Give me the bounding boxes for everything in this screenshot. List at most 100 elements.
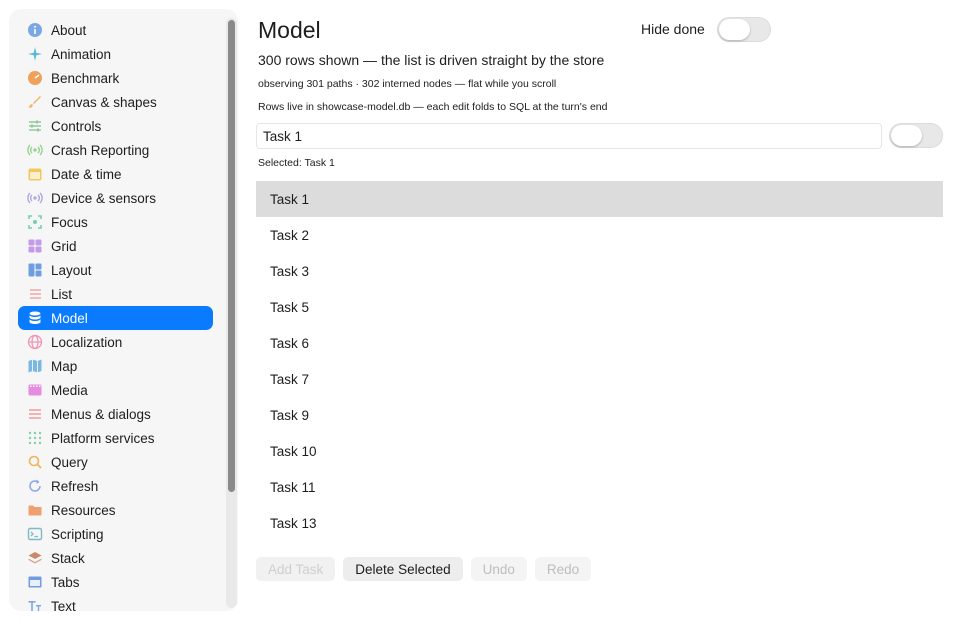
focus-icon [27,214,43,230]
sidebar-item-label: Grid [51,238,77,254]
sidebar-item-stack[interactable]: Stack [18,546,213,570]
page-title: Model [258,17,321,43]
sidebar-item-label: Menus & dialogs [51,406,151,422]
sidebar-item-label: Animation [51,46,112,62]
refresh-icon [27,478,43,494]
sidebar-item-label: Localization [51,334,123,350]
sidebar-item-label: About [51,22,87,38]
sidebar-item-label: Map [51,358,78,374]
task-title-input[interactable] [256,123,882,149]
sidebar-item-label: Date & time [51,166,122,182]
sidebar-item-menus-dialogs[interactable]: Menus & dialogs [18,402,213,426]
sidebar-item-list[interactable]: List [18,282,213,306]
sidebar-item-label: Layout [51,262,92,278]
sidebar-item-focus[interactable]: Focus [18,210,213,234]
task-row[interactable]: Task 3 [256,253,943,289]
calendar-icon [27,166,43,182]
sidebar-item-label: Focus [51,214,88,230]
sidebar-scrollbar-thumb[interactable] [228,20,235,492]
sidebar-item-label: Tabs [51,574,80,590]
sidebar-item-canvas-shapes[interactable]: Canvas & shapes [18,90,213,114]
task-row[interactable]: Task 6 [256,325,943,361]
task-row[interactable]: Task 10 [256,433,943,469]
task-row[interactable]: Task 2 [256,217,943,253]
sidebar-item-media[interactable]: Media [18,378,213,402]
storage-note: Rows live in showcase-model.db — each ed… [258,101,608,113]
hide-done-label: Hide done [641,21,705,37]
list-icon [27,286,43,302]
sidebar-item-date-time[interactable]: Date & time [18,162,213,186]
sidebar-item-scripting[interactable]: Scripting [18,522,213,546]
sidebar-item-crash-reporting[interactable]: Crash Reporting [18,138,213,162]
signal-icon [27,142,43,158]
sidebar-item-label: Device & sensors [51,190,157,206]
sidebar-item-label: Crash Reporting [51,142,150,158]
sidebar-scrollbar[interactable] [226,18,237,608]
task-row[interactable]: Task 1 [256,181,943,217]
sidebar-item-text[interactable]: Text [18,594,213,611]
sparkles-icon [27,46,43,62]
grid-icon [27,238,43,254]
task-done-toggle[interactable] [889,123,943,148]
main-panel: Model Hide done 300 rows shown — the lis… [256,0,944,620]
menu-icon [27,406,43,422]
dots-grid-icon [27,430,43,446]
task-list: Task 1 Task 2 Task 3 Task 5 Task 6 Task 7 Task… [256,181,943,541]
globe-icon [27,334,43,350]
sidebar-item-benchmark[interactable]: Benchmark [18,66,213,90]
sidebar-item-about[interactable]: About [18,18,213,42]
sidebar-item-label: Controls [51,118,102,134]
selected-label: Selected: Task 1 [258,157,335,169]
map-icon [27,358,43,374]
folder-icon [27,502,43,518]
sidebar: About Animation Benchmark Canvas & shapes Co… [9,9,238,611]
sidebar-item-grid[interactable]: Grid [18,234,213,258]
info-icon [27,22,43,38]
sliders-icon [27,118,43,134]
text-icon [27,598,43,611]
toggle-knob [719,19,750,40]
toggle-knob [891,125,922,146]
sidebar-item-tabs[interactable]: Tabs [18,570,213,594]
sidebar-item-controls[interactable]: Controls [18,114,213,138]
sidebar-item-query[interactable]: Query [18,450,213,474]
sidebar-item-map[interactable]: Map [18,354,213,378]
sidebar-item-label: Resources [51,502,116,518]
sidebar-item-model[interactable]: Model [18,306,213,330]
task-row[interactable]: Task 7 [256,361,943,397]
stack-icon [27,550,43,566]
brush-icon [27,94,43,110]
layout-icon [27,262,43,278]
magnifier-icon [27,454,43,470]
film-icon [27,382,43,398]
sidebar-item-device-sensors[interactable]: Device & sensors [18,186,213,210]
task-row[interactable]: Task 9 [256,397,943,433]
sidebar-item-label: Query [51,454,88,470]
observing-note: observing 301 paths · 302 interned nodes… [258,78,557,90]
sidebar-item-layout[interactable]: Layout [18,258,213,282]
tabs-icon [27,574,43,590]
delete-selected-button[interactable]: Delete Selected [343,557,463,581]
sidebar-item-localization[interactable]: Localization [18,330,213,354]
sidebar-item-label: Text [51,598,76,612]
sidebar-item-refresh[interactable]: Refresh [18,474,213,498]
add-task-button[interactable]: Add Task [256,557,336,581]
task-row[interactable]: Task 5 [256,289,943,325]
sidebar-item-label: List [51,286,73,302]
sensor-icon [27,190,43,206]
undo-button[interactable]: Undo [470,557,527,581]
sidebar-item-platform-services[interactable]: Platform services [18,426,213,450]
task-row[interactable]: Task 11 [256,469,943,505]
sidebar-item-label: Canvas & shapes [51,94,157,110]
sidebar-item-animation[interactable]: Animation [18,42,213,66]
action-buttons: Add Task Delete Selected Undo Redo [256,557,599,581]
task-row[interactable]: Task 13 [256,505,943,541]
sidebar-item-label: Model [51,310,88,326]
sidebar-item-label: Platform services [51,430,155,446]
sidebar-item-resources[interactable]: Resources [18,498,213,522]
hide-done-toggle[interactable] [717,17,771,42]
sidebar-item-label: Benchmark [51,70,120,86]
sidebar-item-label: Scripting [51,526,104,542]
redo-button[interactable]: Redo [534,557,592,581]
database-icon [27,310,43,326]
